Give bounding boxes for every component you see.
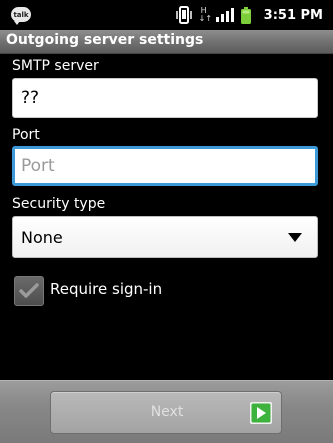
next-button[interactable]: Next <box>50 391 282 434</box>
button-bar: Next <box>0 380 333 443</box>
status-bar: talk H ↓↑ 3:51 PM <box>0 0 333 30</box>
require-signin-checkbox[interactable] <box>14 276 44 306</box>
smtp-server-input[interactable]: ?? <box>12 78 318 118</box>
battery-icon <box>240 6 251 24</box>
network-type-icon: H ↓↑ <box>198 7 213 23</box>
port-label: Port <box>12 127 40 143</box>
signal-strength-icon <box>215 8 234 22</box>
security-type-label: Security type <box>12 196 106 212</box>
network-arrows: ↓↑ <box>198 14 213 23</box>
security-type-select[interactable]: None <box>12 216 318 258</box>
vibrate-icon <box>175 6 192 24</box>
security-type-value: None <box>21 228 63 247</box>
talk-icon: talk <box>11 7 31 25</box>
smtp-server-label: SMTP server <box>12 58 99 74</box>
status-icons: H ↓↑ 3:51 PM <box>175 5 323 25</box>
port-input[interactable]: Port <box>12 146 318 186</box>
checkmark-icon <box>19 283 39 298</box>
status-clock: 3:51 PM <box>263 7 323 23</box>
page-title: Outgoing server settings <box>6 32 204 48</box>
require-signin-label: Require sign-in <box>50 280 163 298</box>
arrow-right-icon <box>250 402 272 424</box>
next-button-label: Next <box>150 404 184 420</box>
chevron-down-icon <box>288 233 302 242</box>
title-bar: Outgoing server settings <box>0 30 333 54</box>
